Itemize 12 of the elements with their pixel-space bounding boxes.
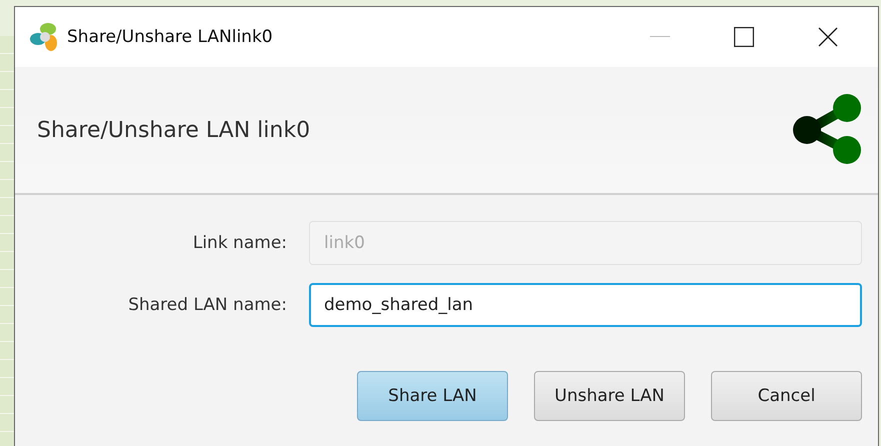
- share-icon: [792, 94, 864, 166]
- dialog-button[interactable]: Share LAN: [357, 371, 508, 421]
- window-title: Share/Unshare LANlink0: [67, 27, 273, 47]
- dialog-button[interactable]: Unshare LAN: [534, 371, 685, 421]
- field-label: Link name:: [192, 233, 287, 253]
- text-field[interactable]: demo_shared_lan: [309, 283, 862, 327]
- maximize-icon[interactable]: [734, 27, 754, 47]
- close-icon[interactable]: [818, 27, 838, 47]
- dialog-button[interactable]: Cancel: [711, 371, 862, 421]
- field-label: Shared LAN name:: [127, 295, 287, 315]
- dialog-heading: Share/Unshare LAN link0: [37, 118, 310, 142]
- app-logo-icon: [29, 22, 59, 52]
